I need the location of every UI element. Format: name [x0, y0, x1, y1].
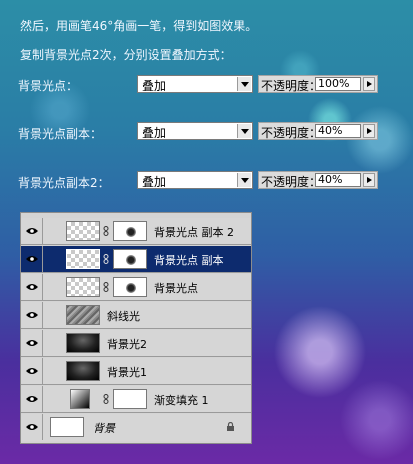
chevron-down-icon[interactable] [237, 124, 251, 138]
layer-thumbnail[interactable] [66, 249, 100, 269]
gradient-fill-thumbnail[interactable] [70, 389, 90, 409]
opacity-input[interactable]: 40% [315, 173, 361, 187]
opacity-control: 不透明度： 40% [258, 122, 378, 140]
blend-mode-value: 叠加 [142, 79, 167, 93]
layer-name[interactable]: 背景光点 [154, 280, 198, 296]
row-label-bg-dots: 背景光点： [18, 79, 79, 93]
blend-mode-value: 叠加 [142, 175, 167, 189]
eye-icon [26, 256, 38, 262]
opacity-input[interactable]: 100% [315, 77, 361, 91]
visibility-toggle[interactable] [21, 218, 43, 244]
layer-row-bg-light-2[interactable]: 背景光2 [21, 330, 251, 357]
eye-icon [26, 368, 38, 374]
layer-row-background[interactable]: 背景 [21, 414, 251, 441]
visibility-toggle[interactable] [21, 386, 43, 412]
layer-mask-thumbnail[interactable] [113, 389, 147, 409]
blend-mode-value: 叠加 [142, 126, 167, 140]
opacity-input[interactable]: 40% [315, 124, 361, 138]
eye-icon [26, 424, 38, 430]
chevron-down-icon[interactable] [237, 173, 251, 187]
layer-thumbnail[interactable] [66, 277, 100, 297]
eye-icon [26, 340, 38, 346]
visibility-toggle[interactable] [21, 330, 43, 356]
visibility-toggle[interactable] [21, 274, 43, 300]
eye-icon [26, 284, 38, 290]
visibility-toggle[interactable] [21, 414, 43, 440]
blend-mode-select[interactable]: 叠加 [137, 122, 253, 140]
opacity-label: 不透明度： [261, 79, 322, 93]
visibility-toggle[interactable] [21, 302, 43, 328]
layer-name[interactable]: 背景光点 副本 2 [154, 224, 234, 240]
chevron-right-icon[interactable] [363, 173, 375, 187]
row-label-bg-dots-copy-2: 背景光点副本2： [18, 176, 110, 190]
layer-name[interactable]: 背景光1 [107, 364, 147, 380]
chevron-right-icon[interactable] [363, 124, 375, 138]
layers-panel: 背景光点 副本 2 背景光点 副本 背景光点 斜线光 背景光2 背景光1 渐变填… [20, 212, 252, 444]
layer-name[interactable]: 背景 [93, 420, 115, 436]
layer-thumbnail[interactable] [50, 417, 84, 437]
layer-thumbnail[interactable] [66, 333, 100, 353]
layer-row-gradient-fill[interactable]: 渐变填充 1 [21, 386, 251, 413]
layer-thumbnail[interactable] [66, 221, 100, 241]
intro-line-1: 然后，用画笔46°角画一笔，得到如图效果。 [20, 19, 258, 33]
row-label-bg-dots-copy: 背景光点副本： [18, 127, 103, 141]
layer-thumbnail[interactable] [66, 361, 100, 381]
layer-thumbnail[interactable] [66, 305, 100, 325]
layer-row-bg-dots[interactable]: 背景光点 [21, 274, 251, 301]
layer-row-bg-dots-copy-2[interactable]: 背景光点 副本 2 [21, 218, 251, 245]
chain-link-icon[interactable] [103, 282, 109, 292]
chain-link-icon[interactable] [103, 394, 109, 404]
layer-name[interactable]: 背景光2 [107, 336, 147, 352]
layer-name[interactable]: 渐变填充 1 [154, 392, 209, 408]
opacity-label: 不透明度： [261, 126, 322, 140]
layer-mask-thumbnail[interactable] [113, 249, 147, 269]
opacity-label: 不透明度： [261, 175, 322, 189]
visibility-toggle[interactable] [21, 246, 43, 272]
lock-icon [227, 422, 234, 431]
layer-name[interactable]: 斜线光 [107, 308, 140, 324]
chevron-down-icon[interactable] [237, 77, 251, 91]
layer-row-bg-dots-copy[interactable]: 背景光点 副本 [21, 246, 251, 273]
blend-mode-select[interactable]: 叠加 [137, 171, 253, 189]
chevron-right-icon[interactable] [363, 77, 375, 91]
chain-link-icon[interactable] [103, 226, 109, 236]
opacity-control: 不透明度： 40% [258, 171, 378, 189]
eye-icon [26, 228, 38, 234]
eye-icon [26, 396, 38, 402]
eye-icon [26, 312, 38, 318]
layer-mask-thumbnail[interactable] [113, 277, 147, 297]
layer-mask-thumbnail[interactable] [113, 221, 147, 241]
layer-row-diagonal-light[interactable]: 斜线光 [21, 302, 251, 329]
opacity-control: 不透明度： 100% [258, 75, 378, 93]
intro-line-2: 复制背景光点2次，分别设置叠加方式： [20, 48, 232, 62]
visibility-toggle[interactable] [21, 358, 43, 384]
layer-name[interactable]: 背景光点 副本 [154, 252, 224, 268]
chain-link-icon[interactable] [103, 254, 109, 264]
blend-mode-select[interactable]: 叠加 [137, 75, 253, 93]
layer-row-bg-light-1[interactable]: 背景光1 [21, 358, 251, 385]
